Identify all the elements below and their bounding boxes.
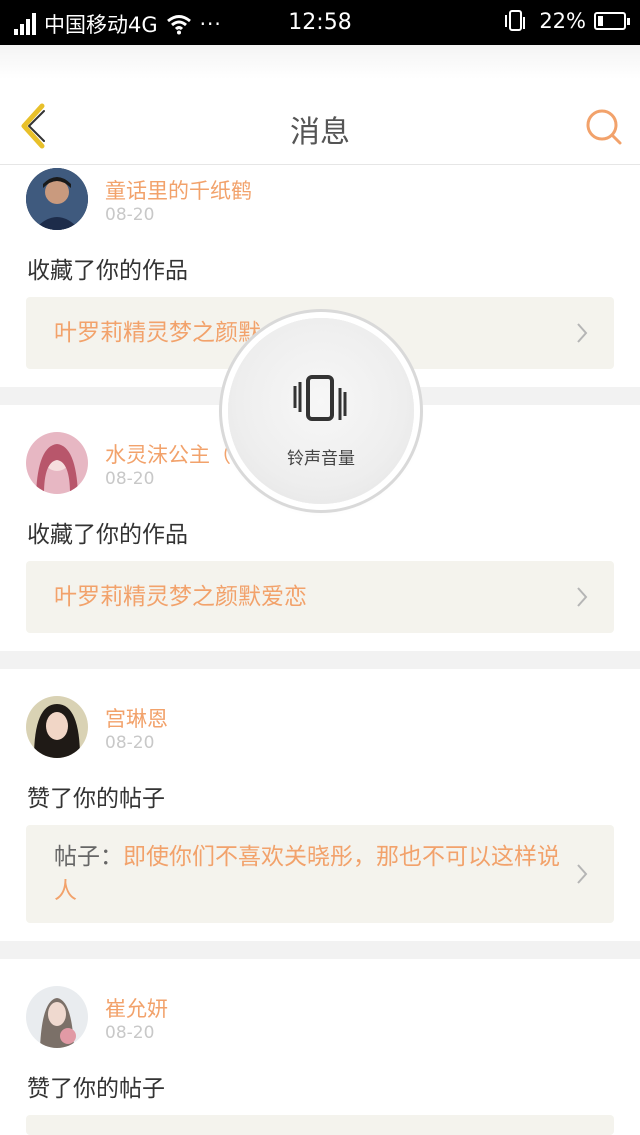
battery-percent: 22% — [539, 9, 586, 33]
list-item: 崔允妍 08-20 赞了你的帖子 — [0, 959, 640, 1135]
avatar[interactable] — [26, 432, 88, 494]
battery-fill — [598, 16, 603, 26]
action-text: 赞了你的帖子 — [27, 786, 165, 812]
avatar[interactable] — [26, 696, 88, 758]
vibrate-icon — [505, 10, 526, 31]
page-title: 消息 — [290, 115, 350, 150]
message-date: 08-20 — [105, 1023, 155, 1043]
status-right: 22% — [503, 9, 630, 33]
message-date: 08-20 — [105, 469, 155, 489]
action-text: 收藏了你的作品 — [27, 522, 188, 548]
action-text: 赞了你的帖子 — [27, 1076, 165, 1102]
action-text: 收藏了你的作品 — [27, 258, 188, 284]
link-title: 即使你们不喜欢关晓彤，那也不可以这样说人 — [54, 844, 560, 904]
linked-item[interactable]: 叶罗莉精灵梦之颜默爱恋 — [26, 561, 614, 633]
chevron-right-icon — [577, 323, 588, 343]
status-bar: 中国移动4G ··· 12:58 22% — [0, 0, 640, 45]
battery-icon — [594, 12, 630, 30]
ringtone-volume-popup: 铃声音量 — [228, 318, 414, 504]
linked-item[interactable]: 帖子：即使你们不喜欢关晓彤，那也不可以这样说人 — [26, 825, 614, 923]
divider — [0, 941, 640, 959]
user-name[interactable]: 崔允妍 — [105, 993, 168, 1023]
user-name[interactable]: 宫琳恩 — [105, 703, 168, 733]
message-date: 08-20 — [105, 733, 155, 753]
user-name[interactable]: 水灵沫公主（ — [105, 439, 231, 469]
nav-bar: 消息 — [0, 45, 640, 165]
divider — [0, 651, 640, 669]
chevron-right-icon — [577, 864, 588, 884]
linked-item[interactable] — [26, 1115, 614, 1135]
link-title: 叶罗莉精灵梦之颜默 — [54, 320, 261, 346]
link-text: 叶罗莉精灵梦之颜默爱恋 — [54, 580, 307, 614]
search-icon[interactable] — [584, 107, 624, 147]
list-item: 宫琳恩 08-20 赞了你的帖子 帖子：即使你们不喜欢关晓彤，那也不可以这样说人 — [0, 669, 640, 941]
chevron-right-icon — [577, 587, 588, 607]
message-date: 08-20 — [105, 205, 155, 225]
vibrate-icon — [293, 375, 347, 421]
link-title: 叶罗莉精灵梦之颜默爱恋 — [54, 584, 307, 610]
avatar[interactable] — [26, 168, 88, 230]
link-text: 叶罗莉精灵梦之颜默 — [54, 316, 261, 350]
user-name[interactable]: 童话里的千纸鹤 — [105, 175, 252, 205]
volume-label: 铃声音量 — [287, 449, 355, 469]
link-text: 帖子：即使你们不喜欢关晓彤，那也不可以这样说人 — [54, 840, 564, 908]
link-prefix: 帖子： — [54, 844, 123, 870]
avatar[interactable] — [26, 986, 88, 1048]
